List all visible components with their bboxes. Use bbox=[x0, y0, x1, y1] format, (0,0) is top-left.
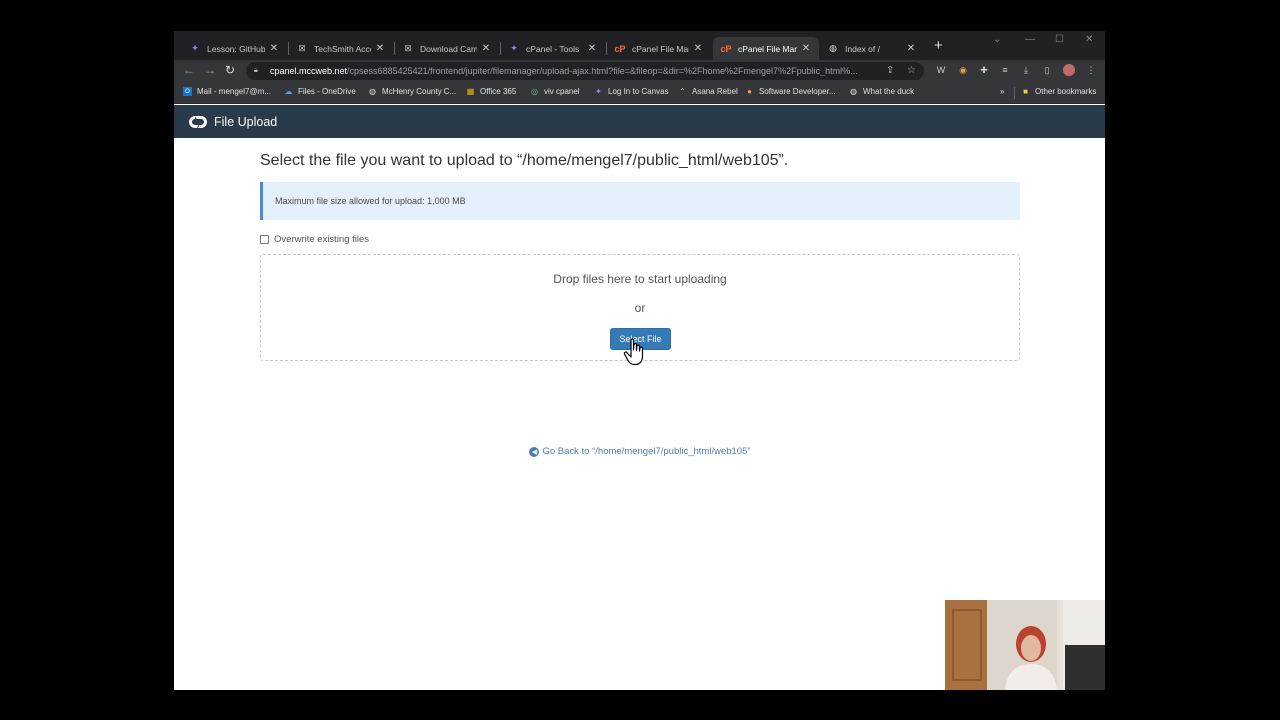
forward-arrow-icon[interactable]: → bbox=[204, 63, 216, 77]
cpanel-logo-icon bbox=[189, 115, 207, 128]
chevron-right-icon[interactable]: » bbox=[1000, 87, 1004, 96]
browser-window: ✦ Lesson: GitHub ✕ ⊠ TechSmith Accou ✕ ⊠… bbox=[174, 31, 1105, 690]
window-close-icon[interactable]: ✕ bbox=[1085, 34, 1093, 45]
onedrive-icon: ☁ bbox=[284, 87, 293, 96]
close-icon[interactable]: ✕ bbox=[269, 43, 279, 54]
close-icon[interactable]: ✕ bbox=[906, 43, 916, 54]
cpanel-icon: ✦ bbox=[510, 43, 518, 53]
folder-icon: ■ bbox=[1023, 87, 1028, 96]
tab-index-of[interactable]: ◍ Index of / ✕ bbox=[820, 37, 924, 60]
bookmark-viv-cpanel[interactable]: ◎ viv cpanel bbox=[530, 87, 580, 96]
cpanel-header: File Upload bbox=[174, 105, 1105, 138]
presenter-video-image bbox=[945, 600, 1105, 690]
cpanel-icon: cP bbox=[614, 43, 626, 54]
max-size-alert: Maximum file size allowed for upload: 1,… bbox=[260, 182, 1020, 220]
browser-toolbar: ← → ↻ 🔒︎ cpanel.mccweb.net /cpsess688542… bbox=[174, 60, 1105, 82]
bookmark-office365[interactable]: ▦ Office 365 bbox=[466, 87, 517, 96]
cpanel-icon: ◎ bbox=[531, 87, 538, 96]
globe-icon: ◍ bbox=[829, 43, 837, 53]
page-viewport: File Upload Select the file you want to … bbox=[174, 105, 1105, 690]
tab-cpanel-file-manager-active[interactable]: cP cPanel File Manag ✕ bbox=[713, 37, 819, 60]
new-tab-icon[interactable]: + bbox=[934, 38, 943, 53]
maximize-icon[interactable]: ☐ bbox=[1055, 34, 1064, 45]
bookmarks-bar: O Mail - mengel7@m... ☁ Files - OneDrive… bbox=[174, 82, 1105, 104]
webcam-overlay bbox=[945, 600, 1105, 690]
go-back-link[interactable]: ◀ Go Back to “/home/mengel7/public_html/… bbox=[260, 446, 1020, 457]
tab-download-camtasia[interactable]: ⊠ Download Camta ✕ bbox=[395, 37, 499, 60]
close-icon[interactable]: ✕ bbox=[801, 43, 811, 54]
tab-lesson-github[interactable]: ✦ Lesson: GitHub ✕ bbox=[182, 37, 287, 60]
techsmith-icon: ⊠ bbox=[298, 43, 306, 53]
minimize-icon[interactable]: — bbox=[1025, 34, 1035, 45]
close-icon[interactable]: ✕ bbox=[587, 43, 597, 54]
techsmith-icon: ⊠ bbox=[404, 43, 412, 53]
bookmark-icon: ● bbox=[747, 87, 752, 96]
profile-avatar[interactable] bbox=[1063, 64, 1075, 76]
reading-list-icon[interactable]: ≡ bbox=[999, 64, 1011, 76]
asana-icon: ⌃ bbox=[679, 87, 686, 96]
bookmark-asana-rebel[interactable]: ⌃ Asana Rebel bbox=[678, 87, 738, 96]
bookmark-mchenry[interactable]: ◍ McHenry County C... bbox=[368, 87, 456, 96]
bookmark-mail[interactable]: O Mail - mengel7@m... bbox=[183, 87, 271, 96]
bookmark-software-developer[interactable]: ● Software Developer... bbox=[745, 87, 835, 96]
bookmark-onedrive[interactable]: ☁ Files - OneDrive bbox=[284, 87, 356, 96]
canvas-icon: ✦ bbox=[595, 87, 602, 96]
overwrite-checkbox[interactable] bbox=[260, 235, 269, 244]
tab-techsmith-account[interactable]: ⊠ TechSmith Accou ✕ bbox=[289, 37, 393, 60]
office-icon: ▦ bbox=[466, 87, 475, 96]
tab-strip: ✦ Lesson: GitHub ✕ ⊠ TechSmith Accou ✕ ⊠… bbox=[174, 31, 1105, 60]
other-bookmarks[interactable]: ■ Other bookmarks bbox=[1021, 87, 1096, 96]
download-icon[interactable]: ⤓ bbox=[1020, 64, 1032, 76]
cpanel-icon: cP bbox=[720, 43, 732, 54]
extension-w-icon[interactable]: W bbox=[935, 64, 947, 76]
close-icon[interactable]: ✕ bbox=[481, 43, 491, 54]
upload-heading: Select the file you want to upload to “/… bbox=[260, 152, 789, 169]
globe-icon: ◍ bbox=[850, 87, 857, 96]
puzzle-icon[interactable]: ✚ bbox=[978, 64, 990, 76]
close-icon[interactable]: ✕ bbox=[375, 43, 385, 54]
lock-icon: 🔒︎ bbox=[254, 67, 258, 74]
share-icon[interactable]: ⇪ bbox=[886, 65, 894, 76]
side-panel-icon[interactable]: ▯ bbox=[1041, 64, 1053, 76]
tab-cpanel-file-manager-1[interactable]: cP cPanel File Manag ✕ bbox=[607, 37, 711, 60]
page-title: File Upload bbox=[214, 114, 278, 129]
drop-instructions: Drop files here to start uploading bbox=[553, 272, 727, 286]
bookmark-canvas[interactable]: ✦ Log In to Canvas bbox=[594, 87, 668, 96]
file-drop-zone[interactable]: Drop files here to start uploading or Se… bbox=[260, 254, 1020, 366]
close-icon[interactable]: ✕ bbox=[693, 43, 703, 54]
tab-cpanel-tools[interactable]: ✦ cPanel - Tools ✕ bbox=[501, 37, 605, 60]
reload-icon[interactable]: ↻ bbox=[225, 63, 235, 77]
address-bar[interactable]: 🔒︎ cpanel.mccweb.net /cpsess6885425421/f… bbox=[246, 62, 924, 80]
back-arrow-icon[interactable]: ← bbox=[183, 63, 195, 77]
bookmark-what-the-duck[interactable]: ◍ What the duck bbox=[849, 87, 914, 96]
arrow-circle-left-icon: ◀ bbox=[529, 446, 540, 457]
chevron-down-icon[interactable]: ⌄ bbox=[993, 34, 1001, 45]
hand-cursor-icon bbox=[623, 338, 644, 366]
star-icon[interactable]: ☆ bbox=[907, 65, 916, 76]
globe-icon: ◍ bbox=[369, 87, 376, 96]
github-icon: ✦ bbox=[191, 43, 199, 53]
outlook-icon: O bbox=[183, 87, 192, 96]
menu-dots-icon[interactable]: ⋮ bbox=[1085, 64, 1097, 76]
or-separator: or bbox=[634, 301, 646, 315]
overwrite-checkbox-label[interactable]: Overwrite existing files bbox=[260, 234, 369, 245]
extension-circle-icon[interactable]: ◉ bbox=[957, 64, 969, 76]
